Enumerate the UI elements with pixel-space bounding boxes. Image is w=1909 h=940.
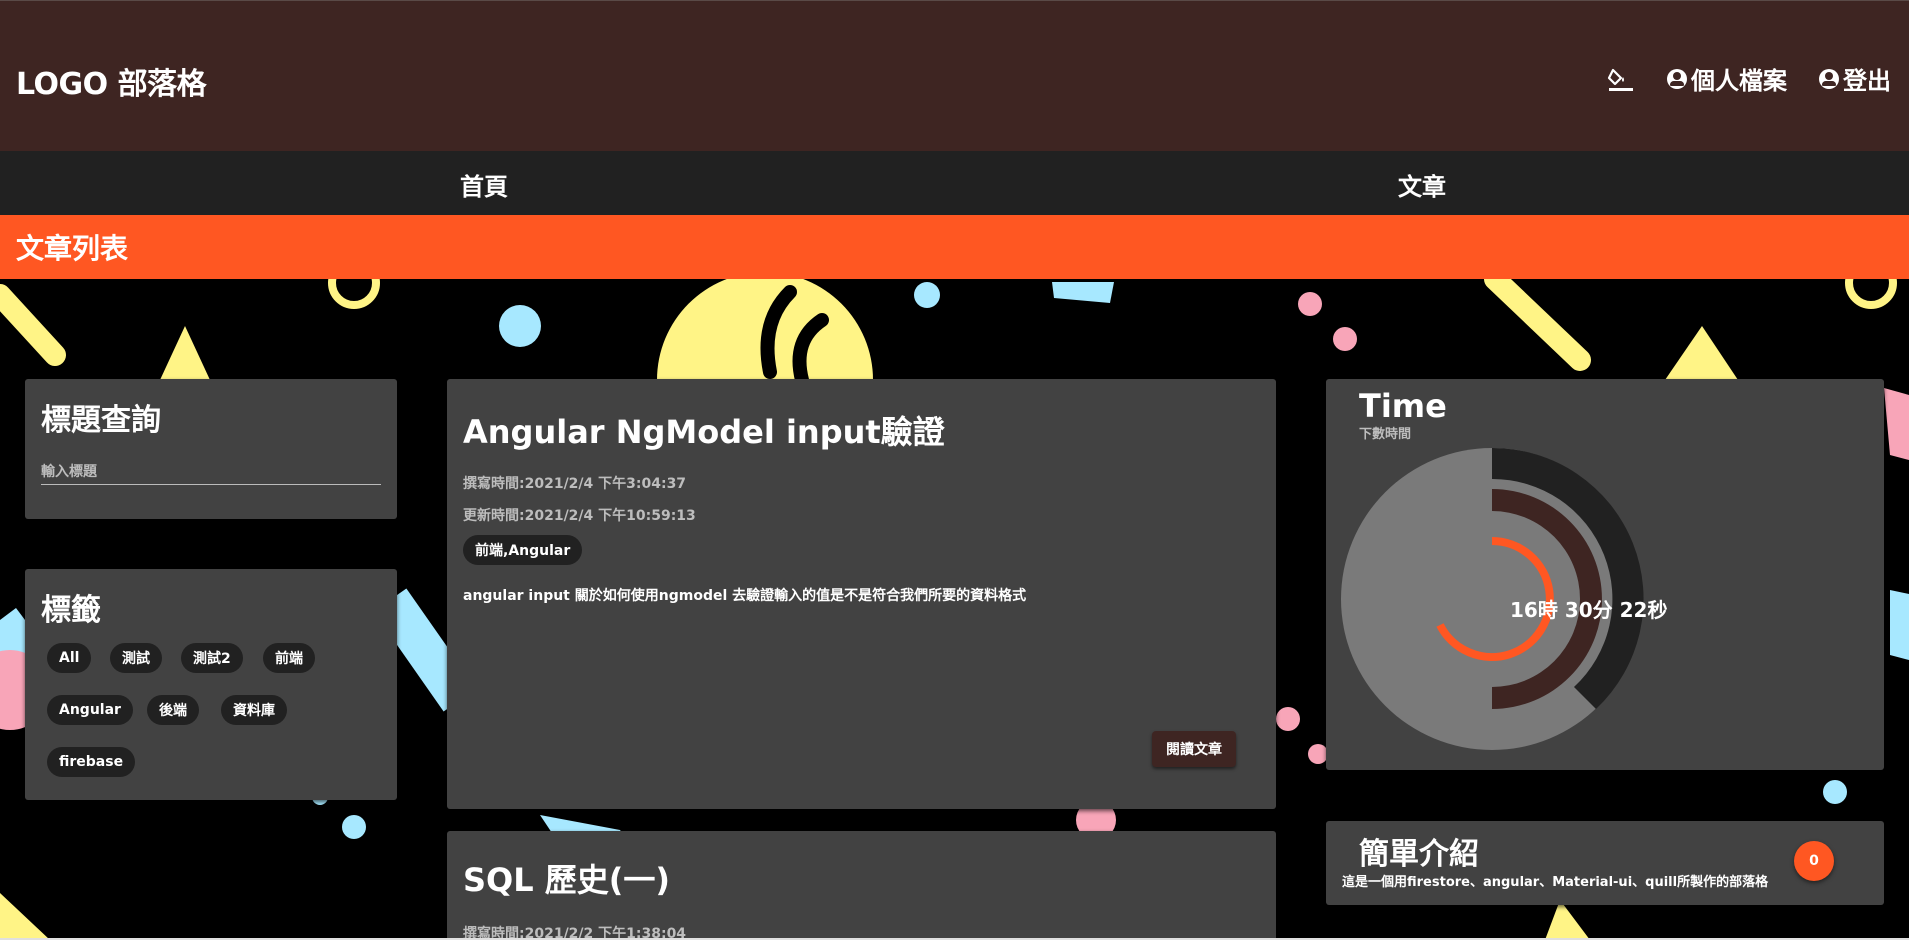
nav-home[interactable]: 首頁 <box>460 167 508 202</box>
intro-card: 簡單介紹 這是一個用firestore、angular、Material-ui、… <box>1326 821 1884 905</box>
account-circle-icon <box>1667 68 1687 89</box>
timer-title: Time <box>1359 387 1447 425</box>
countdown-readout: 16時 30分 22秒 <box>1510 594 1667 623</box>
paint-bucket-icon <box>1607 66 1635 92</box>
tag-chip-database[interactable]: 資料庫 <box>221 695 287 725</box>
search-title: 標題查詢 <box>41 403 161 438</box>
tag-chip-test[interactable]: 測試 <box>110 643 162 673</box>
logout-button[interactable]: 登出 <box>1819 61 1891 96</box>
logo[interactable]: LOGO 部落格 <box>16 59 207 103</box>
search-card: 標題查詢 <box>25 379 397 519</box>
post-tag-chip[interactable]: 前端,Angular <box>463 535 583 565</box>
search-input[interactable] <box>41 459 381 485</box>
post-created-time: 撰寫時間:2021/2/4 下午3:04:37 <box>463 476 687 492</box>
profile-button[interactable]: 個人檔案 <box>1667 61 1787 96</box>
tags-card: 標籤 All 測試 測試2 前端 Angular 後端 資料庫 firebase <box>25 569 397 800</box>
tag-chip-frontend[interactable]: 前端 <box>263 643 315 673</box>
intro-text: 這是一個用firestore、angular、Material-ui、quill… <box>1342 875 1769 890</box>
app-header: LOGO 部落格 個人檔案 登出 <box>0 0 1909 151</box>
read-article-button[interactable]: 閱讀文章 <box>1152 731 1236 767</box>
post-title: SQL 歷史(一) <box>463 861 671 899</box>
main-nav: 首頁 文章 <box>0 151 1909 215</box>
tag-chip-all[interactable]: All <box>47 643 92 673</box>
page-title: 文章列表 <box>16 232 129 265</box>
countdown-minutes: 30分 <box>1564 598 1613 622</box>
nav-articles[interactable]: 文章 <box>1398 167 1446 202</box>
timer-card: Time 下數時間 16時 30分 22秒 <box>1326 379 1884 770</box>
intro-title: 簡單介紹 <box>1359 837 1479 872</box>
post-card: SQL 歷史(一) 撰寫時間:2021/2/2 下午1:38:04 <box>447 831 1276 940</box>
post-updated-time: 更新時間:2021/2/4 下午10:59:13 <box>463 508 696 524</box>
page-title-bar: 文章列表 <box>0 215 1909 279</box>
countdown-seconds: 22秒 <box>1619 598 1668 622</box>
header-actions: 個人檔案 登出 <box>1607 61 1891 96</box>
countdown-hours: 16時 <box>1510 598 1558 622</box>
tag-chip-backend[interactable]: 後端 <box>147 695 199 725</box>
post-title: Angular NgModel input驗證 <box>463 413 945 451</box>
tags-title: 標籤 <box>41 593 101 628</box>
account-circle-icon <box>1819 68 1839 89</box>
tag-chip-firebase[interactable]: firebase <box>47 747 136 777</box>
tag-chip-angular[interactable]: Angular <box>47 695 133 725</box>
theme-button[interactable] <box>1607 66 1635 92</box>
tag-chip-test2[interactable]: 測試2 <box>181 643 243 673</box>
post-description: angular input 關於如何使用ngmodel 去驗證輸入的值是不是符合… <box>463 588 1027 604</box>
profile-label: 個人檔案 <box>1691 67 1787 95</box>
count-badge[interactable]: 0 <box>1794 841 1834 881</box>
post-card: Angular NgModel input驗證 撰寫時間:2021/2/4 下午… <box>447 379 1276 809</box>
logout-label: 登出 <box>1843 67 1891 95</box>
